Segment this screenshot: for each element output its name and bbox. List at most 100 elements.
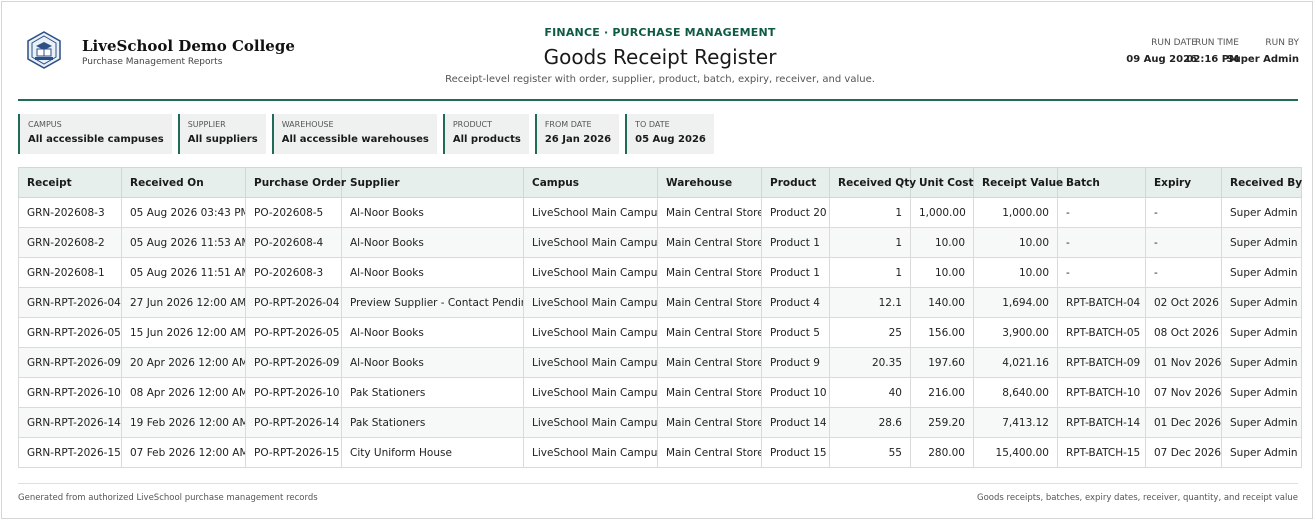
cell-campus: LiveSchool Main Campus xyxy=(523,377,658,408)
cell-received-qty: 40 xyxy=(829,377,911,408)
cell-batch: RPT-BATCH-04 xyxy=(1057,287,1146,318)
column-header-warehouse: Warehouse xyxy=(657,167,762,198)
cell-expiry: - xyxy=(1145,197,1222,228)
filter-label: CAMPUS xyxy=(28,120,62,129)
college-subtitle: Purchase Management Reports xyxy=(82,57,223,67)
cell-supplier: Al-Noor Books xyxy=(341,347,524,378)
filter-bar: CAMPUS All accessible campuses SUPPLIER … xyxy=(18,114,714,154)
cell-expiry: 02 Oct 2026 xyxy=(1145,287,1222,318)
cell-receipt-value: 1,694.00 xyxy=(973,287,1058,318)
cell-expiry: 08 Oct 2026 xyxy=(1145,317,1222,348)
filter-label: PRODUCT xyxy=(452,120,493,129)
cell-received-on: 05 Aug 2026 11:51 AM xyxy=(121,257,246,288)
column-header-supplier: Supplier xyxy=(341,167,524,198)
report-page: LiveSchool Demo College Purchase Managem… xyxy=(1,1,1313,519)
cell-batch: - xyxy=(1057,227,1146,258)
cell-warehouse: Main Central Store xyxy=(657,257,762,288)
table-row: GRN-RPT-2026-15 07 Feb 2026 12:00 AM PO-RP… xyxy=(18,437,1302,468)
cell-warehouse: Main Central Store xyxy=(657,407,762,438)
cell-purchase-order: PO-202608-5 xyxy=(245,197,342,228)
cell-product: Product 5 xyxy=(761,317,830,348)
cell-batch: RPT-BATCH-15 xyxy=(1057,437,1146,468)
cell-purchase-order: PO-202608-4 xyxy=(245,227,342,258)
filter-to-date: TO DATE 05 Aug 2026 xyxy=(625,114,714,154)
cell-product: Product 14 xyxy=(761,407,830,438)
cell-received-on: 19 Feb 2026 12:00 AM xyxy=(121,407,246,438)
cell-warehouse: Main Central Store xyxy=(657,197,762,228)
cell-warehouse: Main Central Store xyxy=(657,227,762,258)
cell-purchase-order: PO-RPT-2026-15 xyxy=(245,437,342,468)
filter-value: All accessible warehouses xyxy=(281,134,429,145)
column-header-received-by: Received By xyxy=(1221,167,1302,198)
cell-purchase-order: PO-202608-3 xyxy=(245,257,342,288)
filter-label: FROM DATE xyxy=(544,120,592,129)
cell-received-by: Super Admin xyxy=(1221,377,1302,408)
cell-campus: LiveSchool Main Campus xyxy=(523,437,658,468)
cell-receipt: GRN-RPT-2026-14 xyxy=(18,407,122,438)
filter-value: 26 Jan 2026 xyxy=(544,134,612,145)
report-category: FINANCE · PURCHASE MANAGEMENT xyxy=(544,26,776,39)
cell-receipt-value: 8,640.00 xyxy=(973,377,1058,408)
report-description: Receipt-level register with order, suppl… xyxy=(445,74,875,85)
cell-received-by: Super Admin xyxy=(1221,347,1302,378)
cell-expiry: 01 Nov 2026 xyxy=(1145,347,1222,378)
cell-received-on: 05 Aug 2026 03:43 PM xyxy=(121,197,246,228)
filter-value: 05 Aug 2026 xyxy=(635,134,706,145)
cell-unit-cost: 280.00 xyxy=(910,437,974,468)
cell-received-on: 20 Apr 2026 12:00 AM xyxy=(121,347,246,378)
cell-batch: RPT-BATCH-14 xyxy=(1057,407,1146,438)
cell-warehouse: Main Central Store xyxy=(657,377,762,408)
footer-left-note: Generated from authorized LiveSchool pur… xyxy=(18,493,318,503)
cell-supplier: Al-Noor Books xyxy=(341,197,524,228)
filter-value: All accessible campuses xyxy=(28,134,164,145)
cell-receipt-value: 1,000.00 xyxy=(973,197,1058,228)
table-row: GRN-RPT-2026-14 19 Feb 2026 12:00 AM PO-RP… xyxy=(18,407,1302,438)
cell-supplier: City Uniform House xyxy=(341,437,524,468)
column-header-campus: Campus xyxy=(523,167,658,198)
filter-value: All products xyxy=(452,134,521,145)
cell-receipt-value: 10.00 xyxy=(973,257,1058,288)
filter-warehouse: WAREHOUSE All accessible warehouses xyxy=(271,114,437,154)
cell-received-on: 05 Aug 2026 11:53 AM xyxy=(121,227,246,258)
cell-supplier: Al-Noor Books xyxy=(341,257,524,288)
cell-received-on: 27 Jun 2026 12:00 AM xyxy=(121,287,246,318)
table-row: GRN-202608-1 05 Aug 2026 11:51 AM PO-20260… xyxy=(18,257,1302,288)
cell-received-by: Super Admin xyxy=(1221,287,1302,318)
cell-product: Product 1 xyxy=(761,257,830,288)
cell-unit-cost: 197.60 xyxy=(910,347,974,378)
cell-received-qty: 20.35 xyxy=(829,347,911,378)
cell-unit-cost: 10.00 xyxy=(910,257,974,288)
cell-received-qty: 25 xyxy=(829,317,911,348)
cell-campus: LiveSchool Main Campus xyxy=(523,407,658,438)
cell-supplier: Preview Supplier - Contact Pending xyxy=(341,287,524,318)
filter-product: PRODUCT All products xyxy=(442,114,529,154)
table-row: GRN-202608-3 05 Aug 2026 03:43 PM PO-20260… xyxy=(18,197,1302,228)
cell-receipt-value: 7,413.12 xyxy=(973,407,1058,438)
cell-unit-cost: 216.00 xyxy=(910,377,974,408)
cell-batch: RPT-BATCH-10 xyxy=(1057,377,1146,408)
cell-supplier: Pak Stationers xyxy=(341,407,524,438)
cell-receipt: GRN-RPT-2026-10 xyxy=(18,377,122,408)
cell-campus: LiveSchool Main Campus xyxy=(523,257,658,288)
cell-product: Product 15 xyxy=(761,437,830,468)
table-row: GRN-RPT-2026-10 08 Apr 2026 12:00 AM PO-RP… xyxy=(18,377,1302,408)
cell-received-qty: 1 xyxy=(829,257,911,288)
column-header-expiry: Expiry xyxy=(1145,167,1222,198)
report-heading: FINANCE · PURCHASE MANAGEMENT Goods Rece… xyxy=(402,26,918,85)
table-row: GRN-RPT-2026-09 20 Apr 2026 12:00 AM PO-RP… xyxy=(18,347,1302,378)
cell-supplier: Al-Noor Books xyxy=(341,317,524,348)
cell-received-qty: 28.6 xyxy=(829,407,911,438)
cell-receipt-value: 4,021.16 xyxy=(973,347,1058,378)
cell-campus: LiveSchool Main Campus xyxy=(523,227,658,258)
column-header-batch: Batch xyxy=(1057,167,1146,198)
cell-received-on: 07 Feb 2026 12:00 AM xyxy=(121,437,246,468)
column-header-product: Product xyxy=(761,167,830,198)
filter-campus: CAMPUS All accessible campuses xyxy=(18,114,172,154)
cell-expiry: - xyxy=(1145,227,1222,258)
cell-purchase-order: PO-RPT-2026-14 xyxy=(245,407,342,438)
cell-unit-cost: 259.20 xyxy=(910,407,974,438)
cell-received-on: 08 Apr 2026 12:00 AM xyxy=(121,377,246,408)
table-row: GRN-RPT-2026-05 15 Jun 2026 12:00 AM PO-RP… xyxy=(18,317,1302,348)
column-header-unit-cost: Unit Cost xyxy=(910,167,974,198)
run-by-label: RUN BY xyxy=(1265,38,1299,48)
